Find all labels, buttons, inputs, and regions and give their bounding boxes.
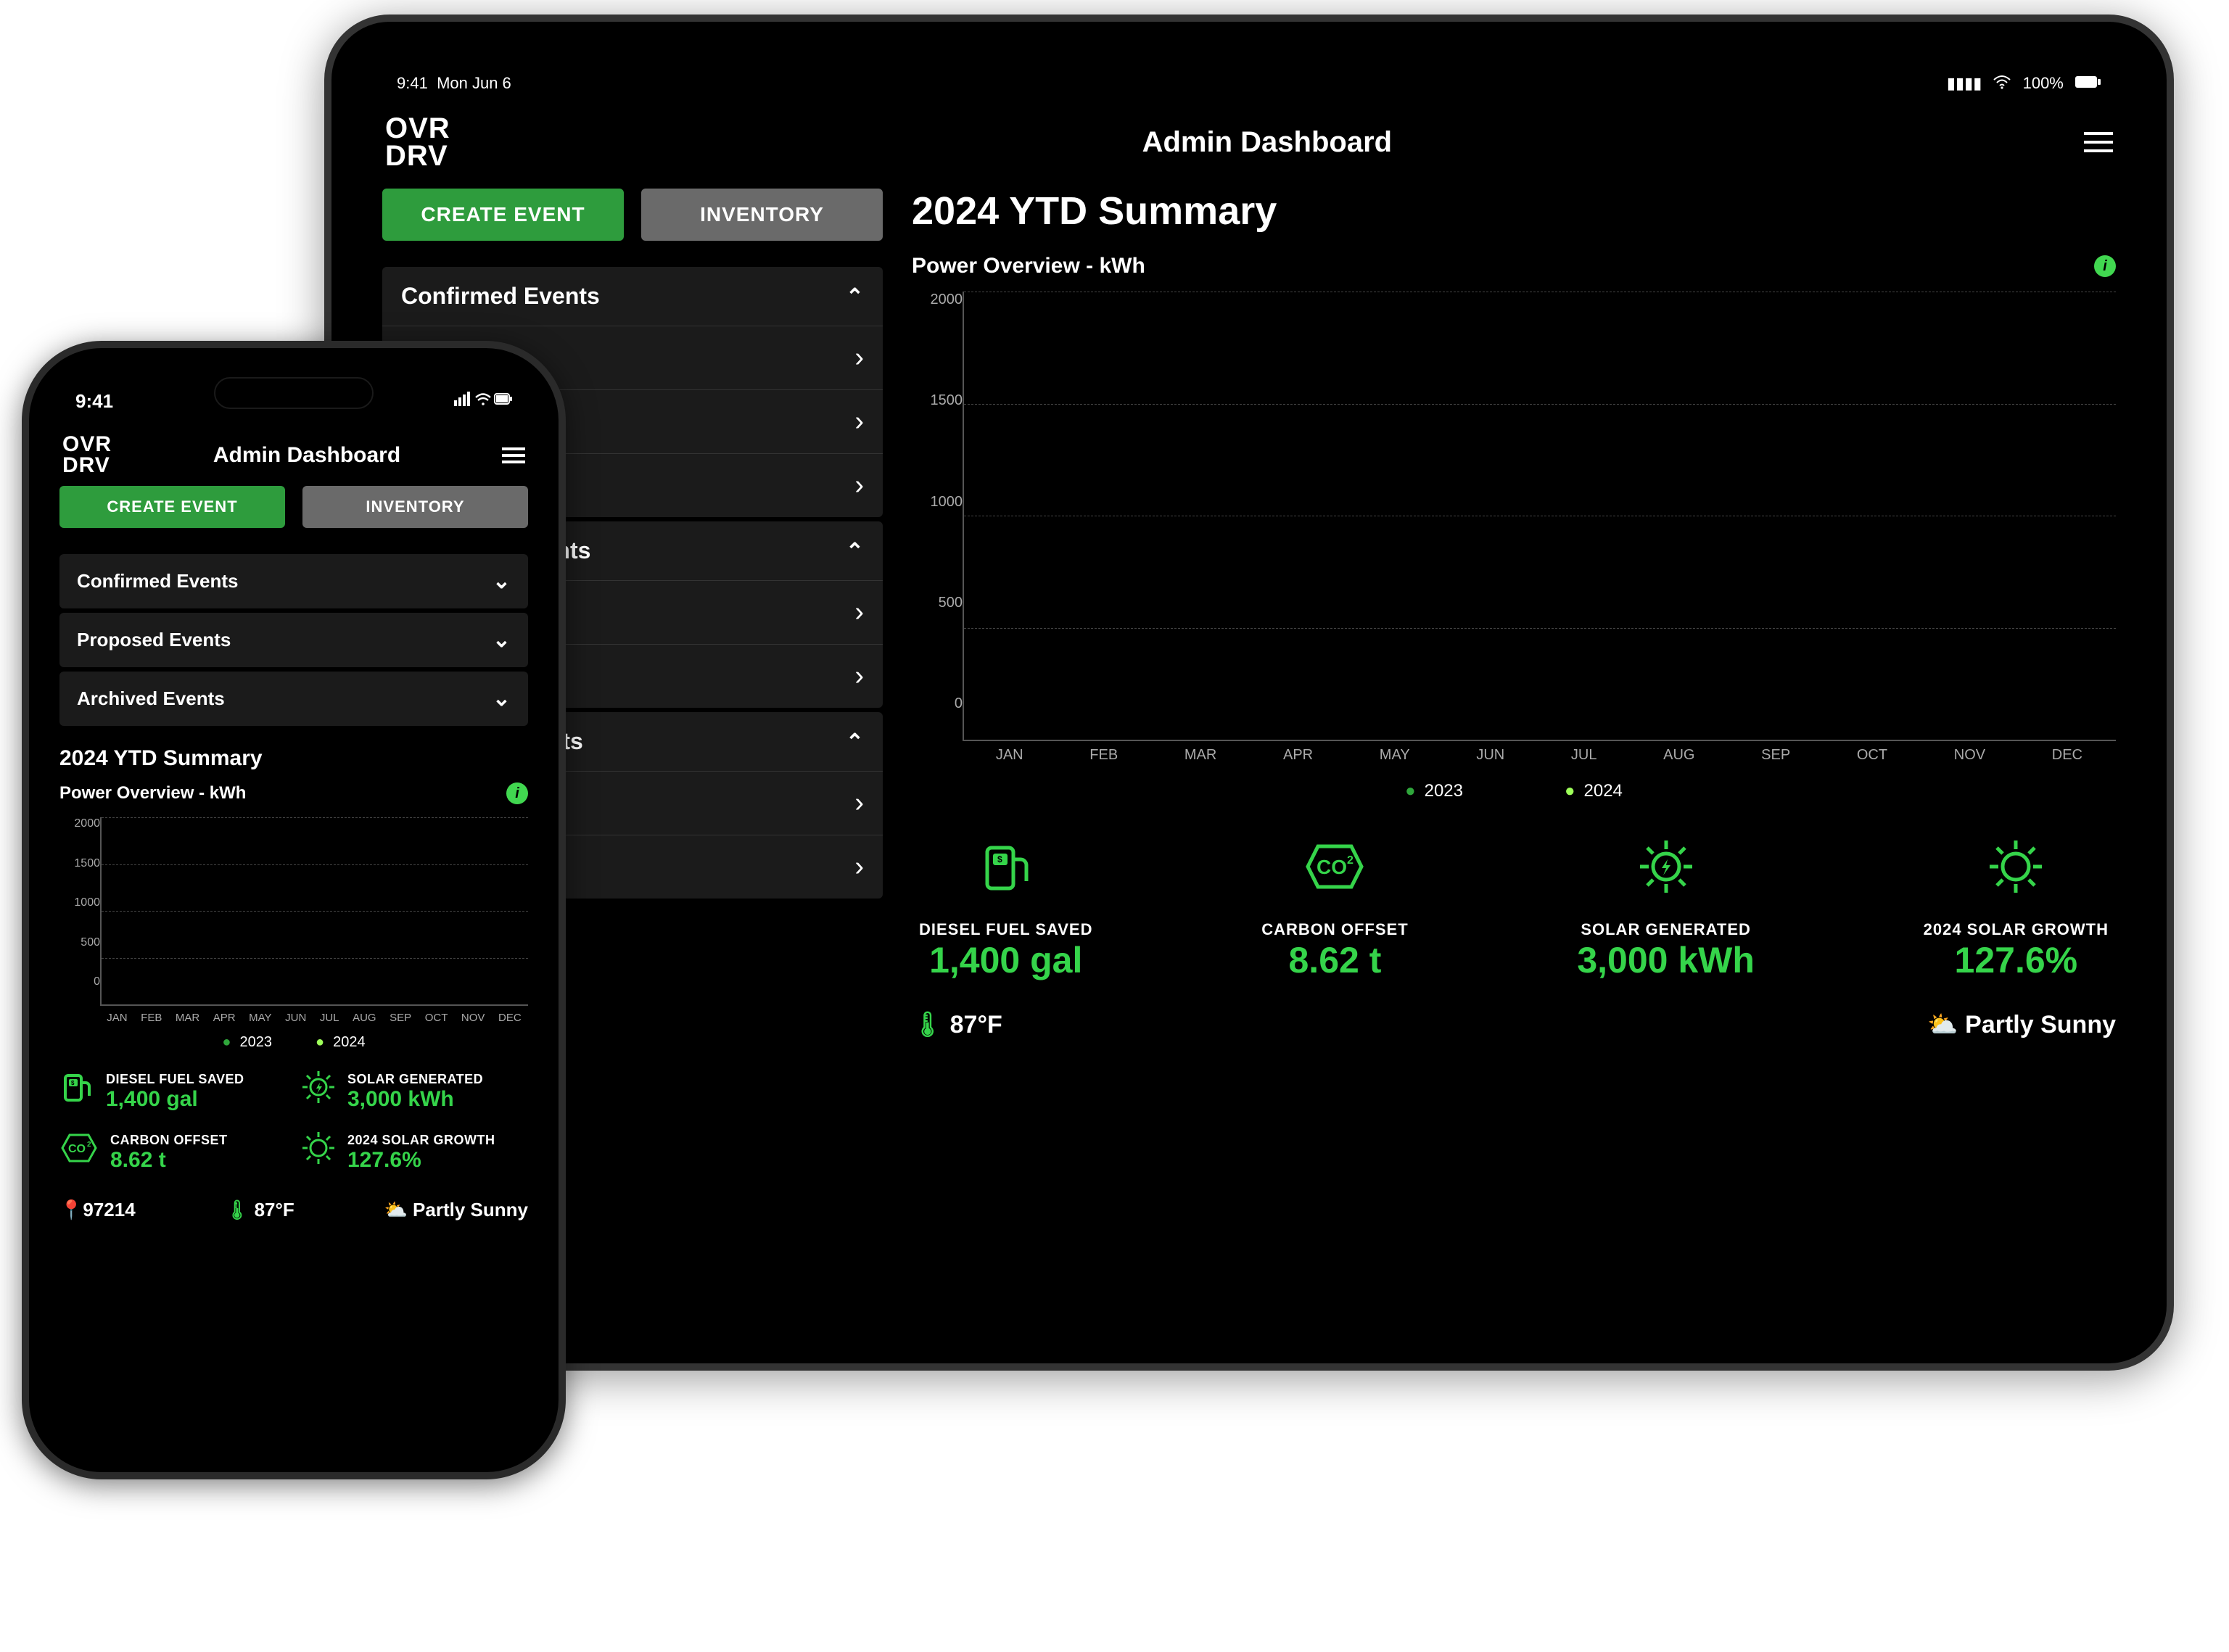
- svg-text:$: $: [997, 854, 1002, 864]
- footer-bar: 97214 87°F Partly Sunny: [59, 1199, 528, 1221]
- battery-pct: 100%: [2023, 74, 2064, 92]
- y-axis-labels: 2000 1500 1000 500 0: [59, 817, 100, 1006]
- zip: 97214: [59, 1199, 136, 1221]
- weather: Partly Sunny: [384, 1199, 528, 1221]
- main-content: 2024 YTD Summary Power Overview - kWh i …: [912, 189, 2116, 1039]
- x-axis-labels: JANFEBMARAPRMAYJUNJULAUGSEPOCTNOVDEC: [912, 747, 2116, 764]
- sun-bolt-icon: [1577, 838, 1755, 907]
- svg-text:2: 2: [1347, 854, 1354, 867]
- sidebar-group-header[interactable]: Proposed Events: [59, 613, 528, 667]
- legend-2023: 2023: [1405, 781, 1463, 801]
- chevron-down-icon: [493, 686, 511, 711]
- logo[interactable]: OVR DRV: [62, 434, 112, 476]
- status-icons: [454, 390, 512, 413]
- wifi-icon: [1993, 74, 2015, 92]
- chevron-right-icon: [854, 406, 864, 437]
- inventory-button[interactable]: INVENTORY: [302, 486, 528, 528]
- chevron-down-icon: [493, 569, 511, 594]
- summary-title: 2024 YTD Summary: [912, 189, 2116, 234]
- page-title: Admin Dashboard: [1142, 126, 1392, 159]
- sidebar-group-header[interactable]: Confirmed Events: [59, 554, 528, 608]
- chevron-up-icon: [846, 728, 864, 755]
- app-header: OVR DRV Admin Dashboard: [382, 115, 2116, 189]
- status-date: Mon Jun 6: [437, 74, 511, 92]
- sidebar-group-archived: Archived Events: [59, 672, 528, 726]
- chart-plot: [963, 292, 2116, 741]
- svg-text:CO: CO: [1317, 856, 1347, 878]
- chevron-up-icon: [846, 283, 864, 310]
- x-axis-labels: JANFEBMARAPRMAYJUNJULAUGSEPOCTNOVDEC: [59, 1012, 528, 1024]
- chevron-right-icon: [854, 342, 864, 373]
- sun-bolt-icon: [301, 1070, 336, 1113]
- kpi-solar: SOLAR GENERATED3,000 kWh: [301, 1070, 528, 1113]
- chart-plot: [100, 817, 528, 1006]
- svg-text:2: 2: [87, 1141, 91, 1149]
- status-right: ▮▮▮▮ 100%: [1940, 74, 2101, 93]
- page-title: Admin Dashboard: [213, 443, 400, 468]
- chevron-right-icon: [854, 470, 864, 501]
- chevron-right-icon: [854, 788, 864, 819]
- sun-icon: [301, 1131, 336, 1174]
- temperature: 87°F: [912, 1010, 1002, 1039]
- y-axis-labels: 2000 1500 1000 500 0: [912, 292, 963, 741]
- status-time: 9:41: [397, 74, 428, 92]
- sidebar-group-confirmed: Confirmed Events: [59, 554, 528, 608]
- chevron-right-icon: [854, 851, 864, 883]
- kpi-grid: $ DIESEL FUEL SAVED1,400 gal SOLAR GENER…: [59, 1070, 528, 1174]
- menu-icon[interactable]: [502, 447, 525, 463]
- footer-bar: 87°F Partly Sunny: [912, 1010, 2116, 1039]
- sidebar-group-header[interactable]: Confirmed Events: [382, 267, 883, 326]
- chevron-down-icon: [493, 627, 511, 653]
- kpi-diesel: $ DIESEL FUEL SAVED1,400 gal: [59, 1070, 287, 1113]
- kpi-row: $ DIESEL FUEL SAVED 1,400 gal CO2 CARBON…: [912, 838, 2116, 981]
- menu-icon[interactable]: [2084, 132, 2113, 152]
- kpi-carbon: CO2 CARBON OFFSET 8.62 t: [1261, 838, 1408, 981]
- app-header: OVR DRV Admin Dashboard: [59, 434, 528, 486]
- logo[interactable]: OVR DRV: [385, 115, 450, 170]
- fuel-pump-icon: $: [919, 838, 1093, 907]
- sun-icon: [1924, 838, 2109, 907]
- power-chart: 2000 1500 1000 500 0: [59, 817, 528, 1006]
- info-icon[interactable]: i: [2094, 255, 2116, 277]
- chevron-right-icon: [854, 597, 864, 628]
- kpi-solar: SOLAR GENERATED 3,000 kWh: [1577, 838, 1755, 981]
- phone-device: 9:41 OVR DRV Admin Dashboard CREATE EVEN…: [22, 341, 566, 1479]
- kpi-growth: 2024 SOLAR GROWTH127.6%: [301, 1131, 528, 1174]
- sidebar-group-proposed: Proposed Events: [59, 613, 528, 667]
- signal-icon: ▮▮▮▮: [1947, 74, 1982, 92]
- phone-notch: [214, 377, 374, 409]
- chart-legend: 2023 2024: [912, 781, 2116, 801]
- co2-icon: CO2: [59, 1131, 99, 1174]
- create-event-button[interactable]: CREATE EVENT: [382, 189, 624, 241]
- sidebar-group-header[interactable]: Archived Events: [59, 672, 528, 726]
- co2-icon: CO2: [1261, 838, 1408, 907]
- temperature: 87°F: [225, 1199, 294, 1221]
- kpi-carbon: CO2 CARBON OFFSET8.62 t: [59, 1131, 287, 1174]
- chart-title: Power Overview - kWh: [59, 783, 246, 804]
- info-icon[interactable]: i: [506, 782, 528, 804]
- svg-text:CO: CO: [68, 1143, 86, 1155]
- legend-2023: 2023: [222, 1034, 272, 1051]
- chevron-right-icon: [854, 661, 864, 692]
- summary-title: 2024 YTD Summary: [59, 746, 528, 771]
- kpi-growth: 2024 SOLAR GROWTH 127.6%: [1924, 838, 2109, 981]
- inventory-button[interactable]: INVENTORY: [641, 189, 883, 241]
- tablet-device: 9:41 Mon Jun 6 ▮▮▮▮ 100% OVR DRV Admin D…: [324, 15, 2174, 1371]
- legend-2024: 2024: [316, 1034, 366, 1051]
- kpi-diesel: $ DIESEL FUEL SAVED 1,400 gal: [919, 838, 1093, 981]
- fuel-pump-icon: $: [59, 1070, 94, 1113]
- legend-2024: 2024: [1565, 781, 1623, 801]
- status-bar: 9:41 Mon Jun 6 ▮▮▮▮ 100%: [382, 65, 2116, 115]
- power-chart: 2000 1500 1000 500 0: [912, 292, 2116, 741]
- create-event-button[interactable]: CREATE EVENT: [59, 486, 285, 528]
- weather: Partly Sunny: [1927, 1010, 2116, 1039]
- battery-icon: [2075, 74, 2101, 92]
- chart-title: Power Overview - kWh: [912, 254, 1145, 278]
- status-time: 9:41: [75, 390, 113, 413]
- chart-legend: 2023 2024: [59, 1034, 528, 1051]
- chevron-up-icon: [846, 537, 864, 564]
- svg-text:$: $: [71, 1080, 75, 1086]
